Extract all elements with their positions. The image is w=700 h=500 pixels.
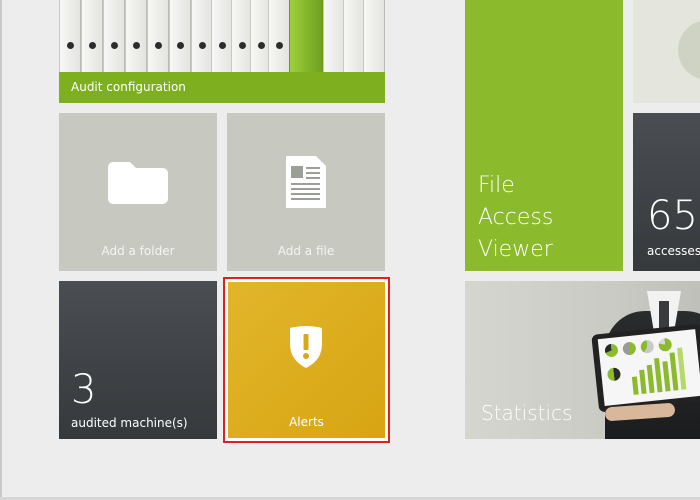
shield-alert-icon bbox=[290, 326, 322, 368]
audit-configuration-label: Audit configuration bbox=[71, 80, 186, 94]
dashboard-tiles: Audit configuration Add a folder Add a f… bbox=[0, 0, 700, 500]
accesses-tile[interactable]: 65 accesses bbox=[633, 113, 700, 271]
statistics-label: Statistics bbox=[481, 401, 573, 425]
audited-machines-label: audited machine(s) bbox=[71, 416, 188, 430]
add-file-label: Add a file bbox=[277, 244, 335, 258]
accesses-count: 65 bbox=[647, 193, 698, 239]
alerts-label: Alerts bbox=[289, 415, 324, 429]
audit-configuration-tile[interactable]: Audit configuration bbox=[59, 0, 385, 103]
alerts-tile[interactable]: Alerts bbox=[223, 277, 390, 443]
partial-tile-top-right[interactable] bbox=[633, 0, 700, 103]
tablet-screen bbox=[597, 329, 700, 406]
decorative-circle bbox=[678, 20, 700, 80]
fav-line-1: File bbox=[478, 173, 515, 198]
window-edge bbox=[0, 0, 2, 500]
tablet-image bbox=[591, 323, 700, 413]
add-folder-tile[interactable]: Add a folder bbox=[59, 113, 217, 271]
statistics-tile[interactable]: Statistics bbox=[465, 281, 700, 439]
fav-line-2: Access bbox=[478, 205, 554, 230]
audited-machines-count: 3 bbox=[71, 367, 97, 413]
alerts-tile-body: Alerts bbox=[228, 282, 385, 438]
add-file-tile[interactable]: Add a file bbox=[227, 113, 385, 271]
fav-line-3: Viewer bbox=[478, 237, 553, 262]
add-folder-label: Add a folder bbox=[101, 244, 175, 258]
audited-machines-tile[interactable]: 3 audited machine(s) bbox=[59, 281, 217, 439]
folder-icon bbox=[108, 162, 168, 204]
file-access-viewer-tile[interactable]: File Access Viewer bbox=[465, 0, 623, 271]
binders-image bbox=[59, 0, 385, 72]
document-icon bbox=[286, 156, 326, 208]
accesses-label: accesses bbox=[647, 244, 700, 258]
